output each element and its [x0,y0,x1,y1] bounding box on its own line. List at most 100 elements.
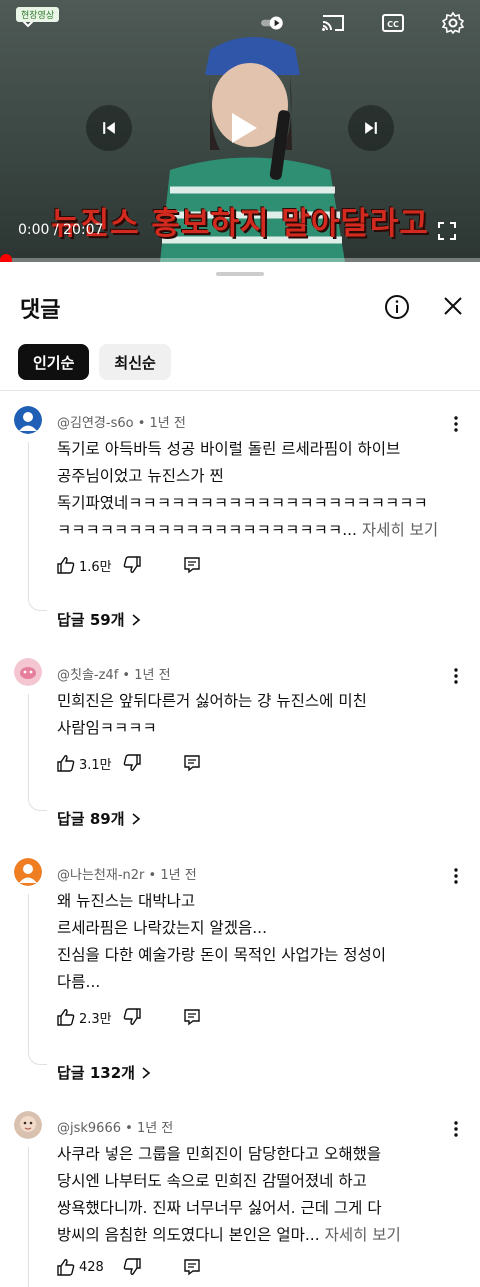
time-display: 0:00 / 20:07 [18,222,104,238]
comment-line: 왜 뉴진스는 대박나고 [57,892,196,910]
close-icon[interactable] [442,295,464,317]
fullscreen-icon[interactable] [438,222,456,240]
dislike-icon[interactable] [123,1258,141,1276]
comment-age: 1년 전 [134,668,171,683]
reply-icon[interactable] [183,1008,201,1026]
comment-meta: @칫솔-z4f • 1년 전 [57,668,171,683]
thread-line [28,894,29,1052]
closed-captions-icon[interactable]: CC [380,10,406,36]
comment-line: 진심을 다한 예술가랑 돈이 목적인 사업가는 정성이 [57,946,387,964]
like-icon[interactable] [57,1008,75,1026]
dislike-icon[interactable] [123,556,141,574]
reply-icon[interactable] [183,1258,201,1276]
comment-meta: @나는천재-n2r • 1년 전 [57,868,197,883]
comment-age: 1년 전 [149,416,186,431]
more-options-icon[interactable] [454,416,458,432]
previous-icon [103,122,115,134]
replies-count: 답글 132개 [57,1064,135,1082]
chevron-right-icon [131,812,140,825]
comment-line: 쌍욕했다니까. 진짜 너무너무 싫어서. 근데 그게 다 [57,1199,382,1217]
thread-curve [28,1050,47,1065]
avatar[interactable] [14,658,42,686]
chip-popular[interactable]: 인기순 [18,344,90,380]
thread-curve [28,796,47,811]
comment-author[interactable]: @jsk9666 [57,1121,121,1136]
sort-chips: 인기순 최신순 [18,344,171,380]
view-replies-button[interactable]: 답글 89개 [57,808,141,829]
comment-actions: 1.6만 [57,554,201,576]
comment-line: 공주님이었고 뉴진스가 찐 [57,467,224,485]
info-icon[interactable] [384,294,410,320]
thread-line [28,442,29,598]
dislike-icon[interactable] [123,754,141,772]
settings-gear-icon[interactable] [440,10,466,36]
chevron-right-icon [142,1066,151,1079]
comment-line: 방씨의 음침한 의도였다니 본인은 얼마... [57,1226,320,1244]
progress-scrubber[interactable] [0,254,12,262]
read-more-link[interactable]: 자세히 보기 [362,521,438,539]
comment-line: ㅋㅋㅋㅋㅋㅋㅋㅋㅋㅋㅋㅋㅋㅋㅋㅋㅋㅋㅋㅋ... [57,521,357,539]
comment-line: 사람임ㅋㅋㅋㅋ [57,719,157,737]
comments-panel: 댓글 인기순 최신순 @김연경-s6o • 1년 전 독기로 아득바득 성공 바… [0,262,480,1287]
autoplay-toggle-icon[interactable] [260,10,286,36]
replies-count: 답글 89개 [57,810,125,828]
avatar[interactable] [14,406,42,434]
comment-line: 사쿠라 넣은 그룹을 민희진이 담당한다고 오해했을 [57,1145,382,1163]
svg-text:CC: CC [387,20,399,29]
chip-newest[interactable]: 최신순 [99,344,171,380]
comment-actions: 2.3만 [57,1006,201,1028]
like-icon[interactable] [57,556,75,574]
dislike-icon[interactable] [123,1008,141,1026]
cast-icon[interactable] [320,10,346,36]
reply-icon[interactable] [183,556,201,574]
comment-author[interactable]: @김연경-s6o [57,416,134,431]
player-top-controls: CC [260,10,466,36]
comment-actions: 3.1만 [57,752,201,774]
comment-line: 다름... [57,973,101,991]
read-more-link[interactable]: 자세히 보기 [325,1226,401,1244]
more-options-icon[interactable] [454,868,458,884]
comment-text: 사쿠라 넣은 그룹을 민희진이 담당한다고 오해했을 당시엔 나부터도 속으로 … [57,1141,452,1249]
drag-handle[interactable] [216,272,264,276]
comment-line: 독기파였네ㅋㅋㅋㅋㅋㅋㅋㅋㅋㅋㅋㅋㅋㅋㅋㅋㅋㅋㅋㅋㅋ [57,494,428,512]
comment-meta: @김연경-s6o • 1년 전 [57,416,186,431]
reply-icon[interactable] [183,754,201,772]
comment-author[interactable]: @칫솔-z4f [57,668,118,683]
comment-line: 독기로 아득바득 성공 바이럴 돌린 르세라핌이 하이브 [57,440,401,458]
chevron-right-icon [131,613,140,626]
previous-button[interactable] [86,105,132,151]
comment-age: 1년 전 [136,1121,174,1136]
like-count: 428 [79,1259,104,1275]
comment-age: 1년 전 [160,868,197,883]
live-badge: 현장영상 [16,7,60,22]
comment-author[interactable]: @나는천재-n2r [57,868,144,883]
thread-curve [28,596,47,611]
view-replies-button[interactable]: 답글 132개 [57,1062,151,1083]
thread-line [28,694,29,798]
play-button[interactable] [214,100,270,156]
like-icon[interactable] [57,1258,75,1276]
more-options-icon[interactable] [454,1121,458,1137]
thread-line [28,1147,29,1287]
avatar[interactable] [14,1111,42,1139]
view-replies-button[interactable]: 답글 59개 [57,609,141,630]
comment-meta: @jsk9666 • 1년 전 [57,1121,174,1136]
play-icon [232,113,257,143]
video-player[interactable]: 현장영상 CC 뉴진스 홍보하지 말아달라고 0:00 / 20:07 [0,0,480,262]
more-options-icon[interactable] [454,668,458,684]
like-icon[interactable] [57,754,75,772]
replies-count: 답글 59개 [57,611,125,629]
panel-title: 댓글 [20,298,61,323]
comment-line: 민희진은 앞뒤다른거 싫어하는 걍 뉴진스에 미친 [57,692,367,710]
comment-text: 왜 뉴진스는 대박나고 르세라핌은 나락갔는지 알겠음... 진심을 다한 예술… [57,888,452,996]
comment-line: 르세라핌은 나락갔는지 알겠음... [57,919,268,937]
like-count: 3.1만 [79,757,112,773]
like-count: 2.3만 [79,1011,112,1027]
comment-line: 당시엔 나부터도 속으로 민희진 감떨어졌네 하고 [57,1172,367,1190]
like-count: 1.6만 [79,559,112,575]
divider [0,390,480,391]
comment-text: 민희진은 앞뒤다른거 싫어하는 걍 뉴진스에 미친 사람임ㅋㅋㅋㅋ [57,688,452,742]
next-button[interactable] [348,105,394,151]
avatar[interactable] [14,858,42,886]
comment-actions: 428 [57,1256,201,1278]
